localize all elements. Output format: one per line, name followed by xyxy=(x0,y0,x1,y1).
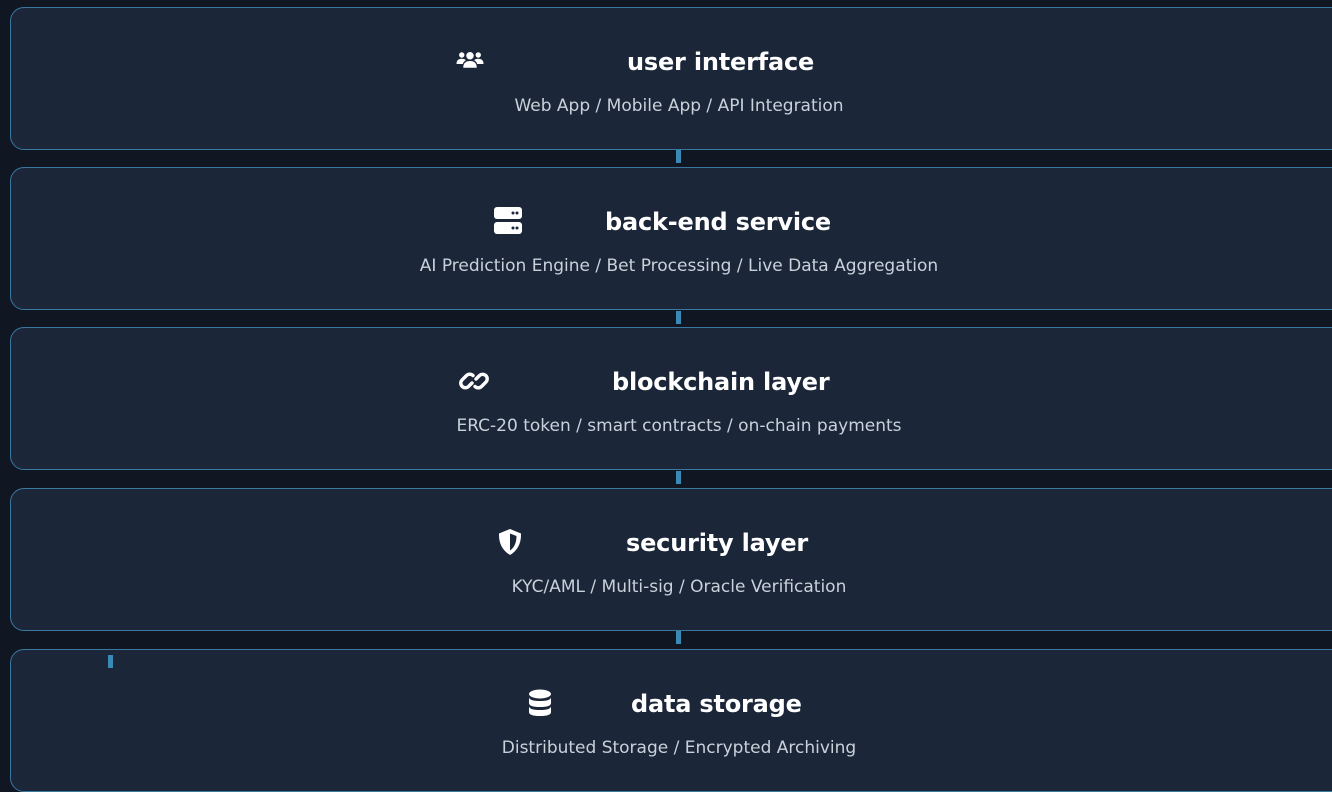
layer-subtitle: ERC-20 token / smart contracts / on-chai… xyxy=(456,416,902,436)
layer-title: blockchain layer xyxy=(612,368,830,396)
connector-line xyxy=(676,150,681,163)
layer-data-storage: data storage Distributed Storage / Encry… xyxy=(10,649,1332,792)
layer-subtitle: KYC/AML / Multi-sig / Oracle Verificatio… xyxy=(511,577,847,597)
connector-stub xyxy=(108,655,113,668)
server-icon xyxy=(493,206,523,236)
shield-icon xyxy=(495,527,525,557)
layer-header: user interface xyxy=(11,42,1332,82)
database-icon xyxy=(525,688,555,718)
layer-header: security layer xyxy=(11,523,1332,563)
layer-header: data storage xyxy=(11,684,1332,724)
layer-title: back-end service xyxy=(605,208,831,236)
layer-title: security layer xyxy=(626,529,809,557)
layer-title: user interface xyxy=(627,48,815,76)
layer-subtitle: Distributed Storage / Encrypted Archivin… xyxy=(501,738,857,758)
layer-user-interface: user interface Web App / Mobile App / AP… xyxy=(10,7,1332,150)
connector-line xyxy=(676,471,681,484)
layer-subtitle: Web App / Mobile App / API Integration xyxy=(514,96,844,116)
layer-header: back-end service xyxy=(11,202,1332,242)
layer-back-end-service: back-end service AI Prediction Engine / … xyxy=(10,167,1332,310)
users-icon xyxy=(455,46,485,76)
layer-security: security layer KYC/AML / Multi-sig / Ora… xyxy=(10,488,1332,631)
layer-blockchain: blockchain layer ERC-20 token / smart co… xyxy=(10,327,1332,470)
layer-subtitle: AI Prediction Engine / Bet Processing / … xyxy=(419,256,939,276)
connector-line xyxy=(676,631,681,644)
link-icon xyxy=(459,366,489,396)
layer-header: blockchain layer xyxy=(11,362,1332,402)
layer-title: data storage xyxy=(631,690,802,718)
connector-line xyxy=(676,311,681,324)
